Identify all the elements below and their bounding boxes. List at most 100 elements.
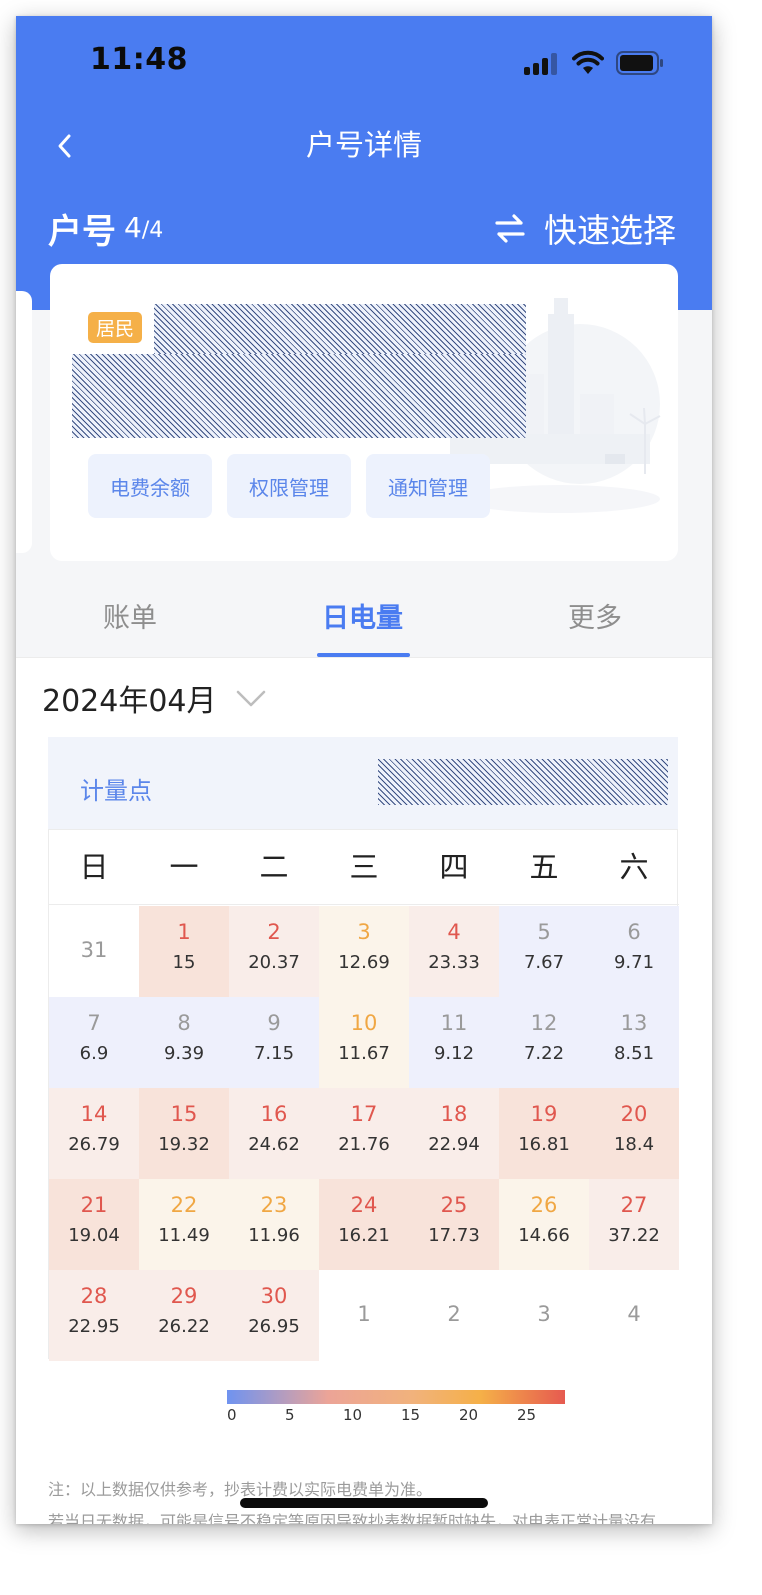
calendar-day-cell[interactable]: 4	[589, 1270, 679, 1361]
day-usage-value: 19.32	[158, 1134, 210, 1155]
day-number: 8	[177, 1011, 191, 1035]
calendar-day-cell[interactable]: 3	[499, 1270, 589, 1361]
day-usage-value: 9.12	[433, 1043, 475, 1064]
day-number: 3	[357, 920, 371, 944]
day-usage-value: 11.96	[248, 1225, 300, 1246]
account-card: 居民 电费余额 权限管理 通知管理	[50, 264, 678, 561]
calendar-day-cell[interactable]: 14 26.79	[49, 1088, 139, 1179]
day-usage-value: 18.4	[613, 1134, 655, 1155]
calendar-day-cell[interactable]: 12 7.22	[499, 997, 589, 1088]
calendar-day-cell[interactable]: 8 9.39	[139, 997, 229, 1088]
calendar-day-cell[interactable]: 27 37.22	[589, 1179, 679, 1270]
day-number: 13	[620, 1011, 648, 1035]
resident-badge: 居民	[88, 312, 143, 343]
day-usage-value: 24.62	[248, 1134, 300, 1155]
redacted-account-info	[154, 304, 526, 354]
calendar-day-cell[interactable]: 7 6.9	[49, 997, 139, 1088]
account-label: 户号	[48, 212, 116, 252]
calendar-day-cell[interactable]: 6 9.71	[589, 906, 679, 997]
day-number: 24	[350, 1193, 378, 1217]
calendar-day-cell[interactable]: 11 9.12	[409, 997, 499, 1088]
calendar-day-cell[interactable]: 21 19.04	[49, 1179, 139, 1270]
day-number: 10	[350, 1011, 378, 1035]
day-usage-value: 22.94	[428, 1134, 480, 1155]
tab-daily-usage[interactable]: 日电量	[322, 596, 403, 635]
weekday-label: 日	[79, 850, 109, 884]
meter-point-row[interactable]: 计量点	[48, 737, 678, 829]
day-usage-value: 7.15	[253, 1043, 295, 1064]
outside-month-day: 3	[537, 1302, 551, 1326]
calendar-day-cell[interactable]: 17 21.76	[319, 1088, 409, 1179]
day-number: 6	[627, 920, 641, 944]
calendar-day-cell[interactable]: 1	[319, 1270, 409, 1361]
calendar-day-cell[interactable]: 13 8.51	[589, 997, 679, 1088]
calendar-day-cell[interactable]: 28 22.95	[49, 1270, 139, 1361]
tab-bill[interactable]: 账单	[103, 596, 157, 635]
account-current: 4	[124, 211, 142, 244]
weekday-label: 六	[619, 850, 649, 884]
weekday-label: 三	[349, 850, 379, 884]
calendar-day-cell[interactable]: 16 24.62	[229, 1088, 319, 1179]
chevron-down-icon[interactable]	[234, 686, 268, 710]
calendar-day-cell[interactable]: 22 11.49	[139, 1179, 229, 1270]
battery-icon	[616, 51, 663, 75]
day-usage-value: 26.22	[158, 1316, 210, 1337]
calendar-day-cell[interactable]: 25 17.73	[409, 1179, 499, 1270]
status-time: 11:48	[90, 42, 188, 77]
day-number: 4	[447, 920, 461, 944]
account-total: /4	[141, 218, 164, 243]
disclaimer-note: 注：以上数据仅供参考，抄表计费以实际电费单为准。	[48, 1480, 433, 1499]
month-selector[interactable]: 2024年04月	[42, 676, 217, 720]
account-index: 4/4	[124, 211, 163, 244]
outside-month-day: 4	[627, 1302, 641, 1326]
redacted-meter-id	[378, 759, 668, 805]
previous-account-card[interactable]	[16, 291, 32, 553]
calendar-day-cell[interactable]: 15 19.32	[139, 1088, 229, 1179]
balance-button[interactable]: 电费余额	[88, 454, 212, 518]
calendar-day-cell[interactable]: 2 20.37	[229, 906, 319, 997]
legend-tick-label: 0	[227, 1406, 237, 1424]
outside-month-day: 1	[357, 1302, 371, 1326]
notification-button[interactable]: 通知管理	[366, 454, 490, 518]
day-number: 21	[80, 1193, 108, 1217]
calendar-day-cell[interactable]: 19 16.81	[499, 1088, 589, 1179]
calendar-day-cell[interactable]: 18 22.94	[409, 1088, 499, 1179]
day-number: 26	[530, 1193, 558, 1217]
home-indicator[interactable]	[240, 1498, 488, 1508]
weekday-label: 五	[529, 850, 559, 884]
tab-more[interactable]: 更多	[568, 596, 622, 635]
calendar-day-cell[interactable]: 4 23.33	[409, 906, 499, 997]
day-usage-value: 16.81	[518, 1134, 570, 1155]
day-number: 1	[177, 920, 191, 944]
calendar-day-cell[interactable]: 23 11.96	[229, 1179, 319, 1270]
day-usage-value: 7.22	[523, 1043, 565, 1064]
day-usage-value: 17.73	[428, 1225, 480, 1246]
calendar-day-cell[interactable]: 29 26.22	[139, 1270, 229, 1361]
day-usage-value: 11.49	[158, 1225, 210, 1246]
page-title: 户号详情	[305, 128, 422, 162]
day-number: 28	[80, 1284, 108, 1308]
calendar-day-cell[interactable]: 26 14.66	[499, 1179, 589, 1270]
calendar-day-cell[interactable]: 2	[409, 1270, 499, 1361]
calendar-day-cell[interactable]: 1 15	[139, 906, 229, 997]
swap-arrows-icon[interactable]	[494, 212, 526, 244]
quick-select-button[interactable]: 快速选择	[544, 204, 676, 252]
day-number: 15	[170, 1102, 198, 1126]
calendar-day-cell[interactable]: 24 16.21	[319, 1179, 409, 1270]
calendar-day-cell[interactable]: 30 26.95	[229, 1270, 319, 1361]
calendar-day-cell[interactable]: 20 18.4	[589, 1088, 679, 1179]
calendar-day-cell[interactable]: 9 7.15	[229, 997, 319, 1088]
calendar-day-cell[interactable]: 5 7.67	[499, 906, 589, 997]
day-usage-value: 22.95	[68, 1316, 120, 1337]
calendar-day-cell[interactable]: 3 12.69	[319, 906, 409, 997]
calendar-day-cell[interactable]: 10 11.67	[319, 997, 409, 1088]
day-number: 23	[260, 1193, 288, 1217]
outside-month-day: 31	[80, 938, 108, 962]
outside-month-day: 2	[447, 1302, 461, 1326]
day-number: 29	[170, 1284, 198, 1308]
calendar-day-cell[interactable]: 31	[49, 906, 139, 997]
day-usage-value: 20.37	[248, 952, 300, 973]
permission-button[interactable]: 权限管理	[227, 454, 351, 518]
day-number: 27	[620, 1193, 648, 1217]
day-usage-value: 9.39	[163, 1043, 205, 1064]
